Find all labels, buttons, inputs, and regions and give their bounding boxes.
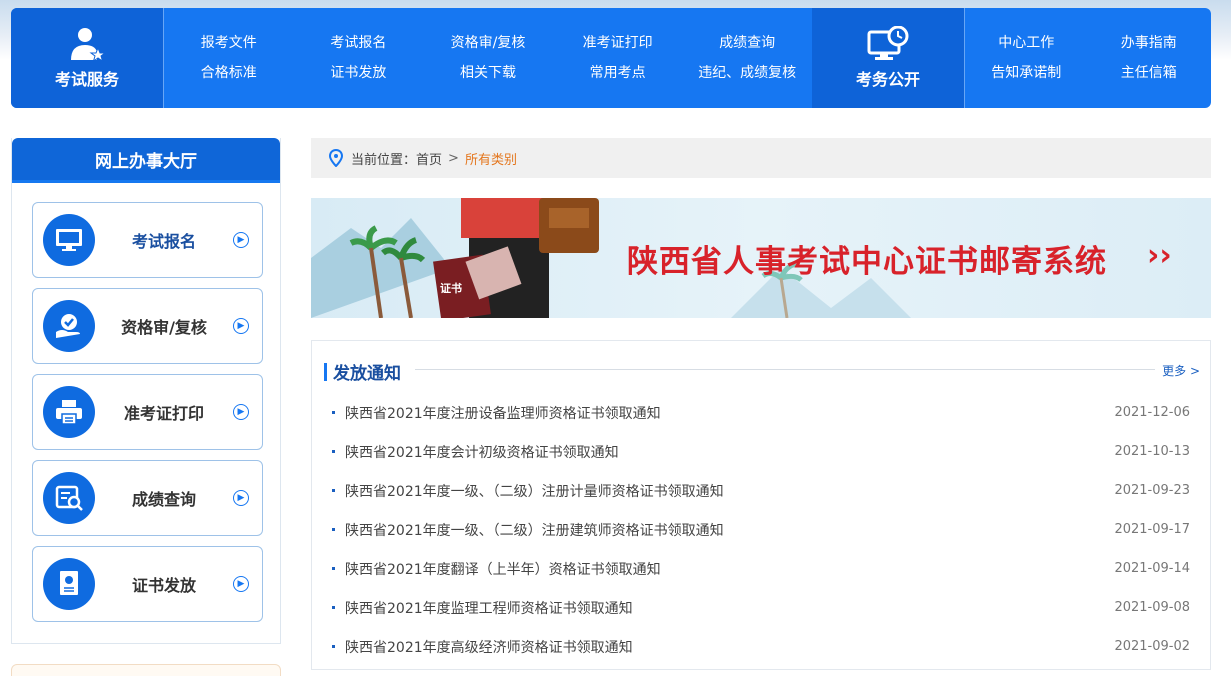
nav-link-kaoshi-baoming[interactable]: 考试报名 bbox=[294, 33, 424, 53]
notice-row[interactable]: 陕西省2021年度高级经济师资格证书领取通知 2021-09-02 bbox=[312, 627, 1210, 666]
bullet-icon bbox=[332, 606, 335, 609]
monitor-icon bbox=[43, 214, 95, 266]
breadcrumb: 当前位置： 首页 > 所有类别 bbox=[311, 138, 1211, 178]
arrow-right-icon: ▶ bbox=[233, 490, 249, 506]
nav-link-zige-shenhe[interactable]: 资格审/复核 bbox=[423, 33, 553, 53]
notice-row[interactable]: 陕西省2021年度一级、（二级）注册计量师资格证书领取通知 2021-09-23 bbox=[312, 471, 1210, 510]
notice-date: 2021-12-06 bbox=[1114, 405, 1190, 420]
notice-row[interactable]: 陕西省2021年度会计初级资格证书领取通知 2021-10-13 bbox=[312, 432, 1210, 471]
sidebar-item-certificate-issue[interactable]: 证书发放 ▶ bbox=[32, 546, 263, 622]
sidebar-item-label: 考试报名 bbox=[131, 232, 196, 251]
nav-link-zhuren-xinxiang[interactable]: 主任信箱 bbox=[1088, 63, 1211, 83]
check-hand-icon bbox=[43, 300, 95, 352]
banner-cert-label: 证书 bbox=[440, 282, 462, 295]
sidebar-item-exam-registration[interactable]: 考试报名 ▶ bbox=[32, 202, 263, 278]
nav-link-changyong-kaodian[interactable]: 常用考点 bbox=[553, 63, 683, 83]
nav-exam-public-label: 考务公开 bbox=[855, 70, 920, 89]
notice-row[interactable]: 陕西省2021年度监理工程师资格证书领取通知 2021-09-08 bbox=[312, 588, 1210, 627]
notice-title-link[interactable]: 陕西省2021年度一级、（二级）注册建筑师资格证书领取通知 bbox=[345, 520, 1114, 540]
nav-link-baokao-wenjian[interactable]: 报考文件 bbox=[164, 33, 294, 53]
arrow-right-icon: ▶ bbox=[233, 404, 249, 420]
nav-exam-public[interactable]: 考务公开 bbox=[812, 8, 964, 108]
sidebar-title: 网上办事大厅 bbox=[12, 138, 280, 183]
sidebar-item-score-query[interactable]: 成绩查询 ▶ bbox=[32, 460, 263, 536]
nav-links-group: 报考文件 考试报名 资格审/复核 准考证打印 成绩查询 合格标准 证书发放 相关… bbox=[164, 8, 812, 108]
sidebar-next-panel bbox=[11, 664, 281, 676]
notice-title-link[interactable]: 陕西省2021年度一级、（二级）注册计量师资格证书领取通知 bbox=[345, 481, 1114, 501]
nav-exam-service[interactable]: 考试服务 bbox=[11, 8, 163, 108]
score-search-icon bbox=[43, 472, 95, 524]
main-nav-bar: 考试服务 报考文件 考试报名 资格审/复核 准考证打印 成绩查询 合格标准 证书… bbox=[11, 8, 1211, 108]
arrow-right-icon: ▶ bbox=[233, 232, 249, 248]
sidebar-item-label: 资格审/复核 bbox=[121, 318, 207, 337]
breadcrumb-home-link[interactable]: 首页 bbox=[416, 149, 442, 168]
sidebar-item-admission-print[interactable]: 准考证打印 ▶ bbox=[32, 374, 263, 450]
notice-divider bbox=[415, 369, 1155, 370]
notice-date: 2021-10-13 bbox=[1114, 444, 1190, 459]
nav-link-gaozhi-chengnuo[interactable]: 告知承诺制 bbox=[965, 63, 1088, 83]
bullet-icon bbox=[332, 489, 335, 492]
sidebar-item-qualification-review[interactable]: 资格审/复核 ▶ bbox=[32, 288, 263, 364]
sidebar-item-label: 准考证打印 bbox=[123, 404, 204, 423]
bullet-icon bbox=[332, 450, 335, 453]
double-chevron-right-icon: ›› bbox=[1147, 238, 1172, 273]
breadcrumb-separator: > bbox=[448, 150, 459, 166]
notice-row[interactable]: 陕西省2021年度翻译（上半年）资格证书领取通知 2021-09-14 bbox=[312, 549, 1210, 588]
certificate-icon bbox=[43, 558, 95, 610]
notice-row[interactable]: 陕西省2021年度注册设备监理师资格证书领取通知 2021-12-06 bbox=[312, 393, 1210, 432]
notice-header: 发放通知 bbox=[324, 359, 401, 384]
more-link[interactable]: 更多 > bbox=[1162, 362, 1200, 379]
arrow-right-icon: ▶ bbox=[233, 318, 249, 334]
notice-date: 2021-09-17 bbox=[1114, 522, 1190, 537]
breadcrumb-prefix: 当前位置： bbox=[351, 152, 417, 168]
nav-link-weiji-fuhe[interactable]: 违纪、成绩复核 bbox=[682, 63, 812, 83]
nav-link-chengji-chaxun[interactable]: 成绩查询 bbox=[682, 33, 812, 53]
certificate-mail-banner[interactable]: 证书 陕西省人事考试中心证书邮寄系统 ›› bbox=[311, 198, 1211, 318]
nav-link-zhunkaozheng[interactable]: 准考证打印 bbox=[553, 33, 683, 53]
nav-link-zhongxin-gongzuo[interactable]: 中心工作 bbox=[965, 33, 1088, 53]
nav-link-zhengshu-fafang[interactable]: 证书发放 bbox=[294, 63, 424, 83]
bullet-icon bbox=[332, 411, 335, 414]
nav-exam-service-label: 考试服务 bbox=[54, 70, 119, 89]
bullet-icon bbox=[332, 645, 335, 648]
banner-title: 陕西省人事考试中心证书邮寄系统 bbox=[627, 244, 1107, 280]
notice-title: 发放通知 bbox=[333, 364, 401, 384]
notice-title-link[interactable]: 陕西省2021年度注册设备监理师资格证书领取通知 bbox=[345, 403, 1114, 423]
nav-link-xiangguan-xiazai[interactable]: 相关下载 bbox=[423, 63, 553, 83]
notice-list: 陕西省2021年度注册设备监理师资格证书领取通知 2021-12-06 陕西省2… bbox=[312, 393, 1210, 666]
sidebar-item-label: 成绩查询 bbox=[131, 490, 196, 509]
notice-date: 2021-09-02 bbox=[1114, 639, 1190, 654]
nav-right-links-group: 中心工作 办事指南 告知承诺制 主任信箱 bbox=[965, 8, 1210, 108]
monitor-clock-icon bbox=[867, 26, 909, 60]
online-service-hall: 网上办事大厅 考试报名 ▶ 资格审/复核 ▶ 准考证打印 ▶ 成绩查询 ▶ 证书… bbox=[11, 138, 281, 644]
notice-date: 2021-09-23 bbox=[1114, 483, 1190, 498]
notice-row[interactable]: 陕西省2021年度一级、（二级）注册建筑师资格证书领取通知 2021-09-17 bbox=[312, 510, 1210, 549]
notice-title-link[interactable]: 陕西省2021年度高级经济师资格证书领取通知 bbox=[345, 637, 1114, 657]
notice-date: 2021-09-08 bbox=[1114, 600, 1190, 615]
arrow-right-icon: ▶ bbox=[233, 576, 249, 592]
notice-title-link[interactable]: 陕西省2021年度监理工程师资格证书领取通知 bbox=[345, 598, 1114, 618]
breadcrumb-current[interactable]: 所有类别 bbox=[465, 149, 517, 168]
notice-title-link[interactable]: 陕西省2021年度翻译（上半年）资格证书领取通知 bbox=[345, 559, 1114, 579]
notice-panel: 发放通知 更多 > 陕西省2021年度注册设备监理师资格证书领取通知 2021-… bbox=[311, 340, 1211, 670]
nav-link-hege-biaozhun[interactable]: 合格标准 bbox=[164, 63, 294, 83]
bullet-icon bbox=[332, 567, 335, 570]
user-star-icon bbox=[71, 28, 107, 62]
nav-link-banshi-zhinan[interactable]: 办事指南 bbox=[1088, 33, 1211, 53]
notice-title-bar bbox=[324, 362, 327, 381]
location-pin-icon bbox=[329, 149, 343, 167]
sidebar-item-label: 证书发放 bbox=[131, 576, 196, 595]
notice-title-link[interactable]: 陕西省2021年度会计初级资格证书领取通知 bbox=[345, 442, 1114, 462]
bullet-icon bbox=[332, 528, 335, 531]
printer-icon bbox=[43, 386, 95, 438]
notice-date: 2021-09-14 bbox=[1114, 561, 1190, 576]
